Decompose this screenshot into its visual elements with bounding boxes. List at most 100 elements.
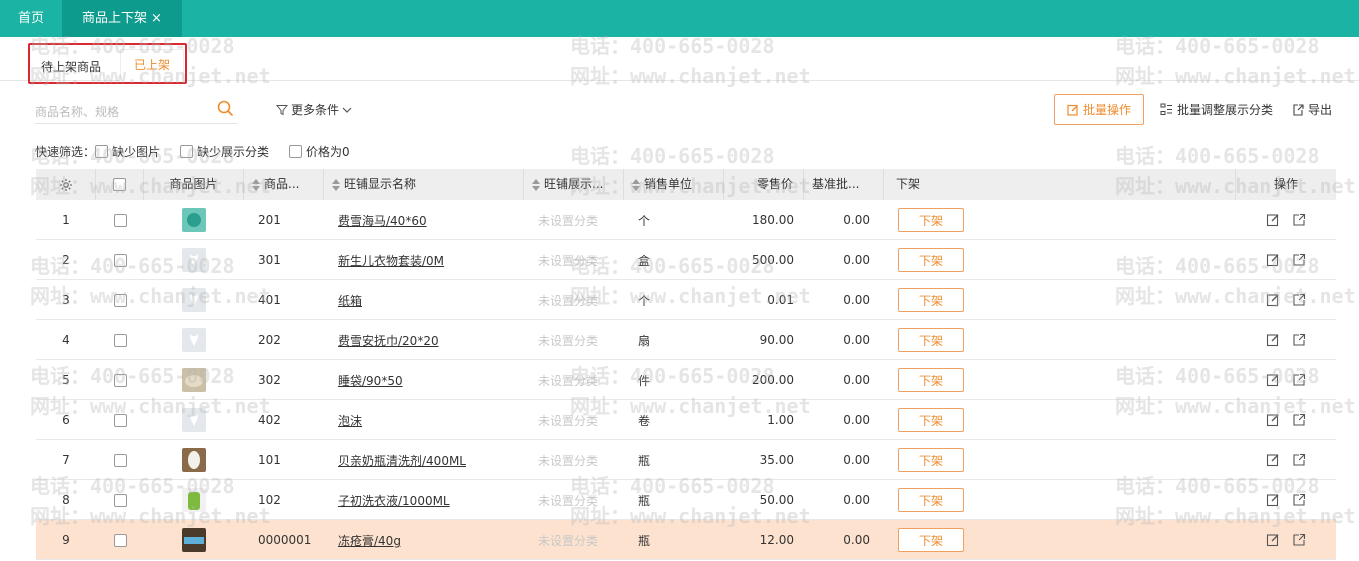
placeholder-logo-icon bbox=[190, 254, 198, 266]
header-category[interactable]: 旺铺展示... bbox=[524, 169, 624, 200]
product-name-link[interactable]: 费雪海马/40*60 bbox=[338, 212, 427, 229]
sort-icon[interactable] bbox=[252, 178, 260, 191]
sort-icon[interactable] bbox=[532, 178, 540, 191]
open-external-icon[interactable] bbox=[1292, 373, 1306, 387]
edit-icon[interactable] bbox=[1266, 493, 1280, 507]
edit-icon[interactable] bbox=[1266, 253, 1280, 267]
open-external-icon[interactable] bbox=[1292, 493, 1306, 507]
table-row[interactable]: 7 101 贝亲奶瓶清洗剂/400ML 未设置分类 瓶 35.00 0.00 下架 bbox=[36, 440, 1336, 480]
more-conditions-button[interactable]: 更多条件 bbox=[276, 101, 352, 118]
delist-button[interactable]: 下架 bbox=[898, 368, 964, 392]
row-checkbox[interactable] bbox=[113, 533, 127, 547]
product-name-link[interactable]: 睡袋/90*50 bbox=[338, 372, 403, 389]
edit-icon[interactable] bbox=[1266, 373, 1280, 387]
table-row[interactable]: 6 402 泡沫 未设置分类 卷 1.00 0.00 下架 bbox=[36, 400, 1336, 440]
product-code: 402 bbox=[258, 413, 281, 427]
open-external-icon[interactable] bbox=[1292, 453, 1306, 467]
row-checkbox-cell bbox=[96, 240, 144, 280]
sort-icon[interactable] bbox=[332, 178, 340, 191]
product-image-placeholder bbox=[182, 288, 206, 312]
table-row[interactable]: 4 202 费雪安抚巾/20*20 未设置分类 扇 90.00 0.00 下架 bbox=[36, 320, 1336, 360]
batch-ops-button[interactable]: 批量操作 bbox=[1054, 94, 1144, 125]
filter-missing-image[interactable]: 缺少图片 bbox=[95, 143, 160, 160]
product-name-link[interactable]: 泡沫 bbox=[338, 412, 362, 429]
export-button[interactable]: 导出 bbox=[1292, 101, 1332, 118]
open-external-icon[interactable] bbox=[1292, 253, 1306, 267]
ops-cell bbox=[1236, 240, 1336, 280]
row-index: 8 bbox=[62, 493, 70, 507]
open-external-icon[interactable] bbox=[1292, 533, 1306, 547]
open-external-icon[interactable] bbox=[1292, 413, 1306, 427]
product-name-link[interactable]: 贝亲奶瓶清洗剂/400ML bbox=[338, 452, 466, 469]
table-row[interactable]: 1 201 费雪海马/40*60 未设置分类 个 180.00 0.00 下架 bbox=[36, 200, 1336, 240]
edit-icon[interactable] bbox=[1266, 413, 1280, 427]
search-icon[interactable] bbox=[216, 99, 234, 117]
product-name-link[interactable]: 冻疮膏/40g bbox=[338, 532, 401, 549]
unit-cell: 件 bbox=[638, 373, 651, 388]
delist-button[interactable]: 下架 bbox=[898, 448, 964, 472]
table-row[interactable]: 5 302 睡袋/90*50 未设置分类 件 200.00 0.00 下架 bbox=[36, 360, 1336, 400]
table-row[interactable]: 3 401 纸箱 未设置分类 个 0.01 0.00 下架 bbox=[36, 280, 1336, 320]
edit-icon[interactable] bbox=[1266, 213, 1280, 227]
gear-icon[interactable] bbox=[59, 178, 73, 192]
tab-home[interactable]: 首页 bbox=[0, 0, 62, 37]
watermark-text: 网址：www.chanjet.net bbox=[1115, 64, 1356, 88]
row-checkbox[interactable] bbox=[113, 493, 127, 507]
retail-price: 50.00 bbox=[759, 493, 794, 507]
delist-button[interactable]: 下架 bbox=[898, 248, 964, 272]
column-settings[interactable] bbox=[36, 169, 96, 200]
row-checkbox[interactable] bbox=[113, 453, 127, 467]
name-cell: 泡沫 bbox=[324, 400, 524, 440]
sort-icon[interactable] bbox=[632, 178, 640, 191]
delist-button[interactable]: 下架 bbox=[898, 208, 964, 232]
select-all-checkbox[interactable] bbox=[113, 178, 126, 191]
row-checkbox[interactable] bbox=[113, 293, 127, 307]
product-name-link[interactable]: 费雪安抚巾/20*20 bbox=[338, 332, 439, 349]
filter-missing-category[interactable]: 缺少展示分类 bbox=[180, 143, 269, 160]
table-row[interactable]: 9 0000001 冻疮膏/40g 未设置分类 瓶 12.00 0.00 下架 bbox=[36, 520, 1336, 560]
row-checkbox-cell bbox=[96, 360, 144, 400]
row-checkbox[interactable] bbox=[113, 213, 127, 227]
search-input[interactable]: 商品名称、规格 bbox=[35, 96, 238, 124]
delist-button[interactable]: 下架 bbox=[898, 288, 964, 312]
edit-icon[interactable] bbox=[1266, 453, 1280, 467]
delist-button[interactable]: 下架 bbox=[898, 328, 964, 352]
header-name[interactable]: 旺铺显示名称 bbox=[324, 169, 524, 200]
table-row[interactable]: 2 301 新生儿衣物套装/0M 未设置分类 盒 500.00 0.00 下架 bbox=[36, 240, 1336, 280]
row-checkbox[interactable] bbox=[113, 413, 127, 427]
product-name-link[interactable]: 纸箱 bbox=[338, 292, 362, 309]
delist-button[interactable]: 下架 bbox=[898, 528, 964, 552]
table-row[interactable]: 8 102 子初洗衣液/1000ML 未设置分类 瓶 50.00 0.00 下架 bbox=[36, 480, 1336, 520]
header-unit[interactable]: 销售单位 bbox=[624, 169, 724, 200]
filter-price-zero[interactable]: 价格为0 bbox=[289, 143, 350, 160]
edit-icon[interactable] bbox=[1266, 333, 1280, 347]
checkbox[interactable] bbox=[95, 145, 109, 158]
product-name-link[interactable]: 子初洗衣液/1000ML bbox=[338, 492, 450, 509]
product-code: 102 bbox=[258, 493, 281, 507]
row-checkbox[interactable] bbox=[113, 253, 127, 267]
open-external-icon[interactable] bbox=[1292, 213, 1306, 227]
product-name-link[interactable]: 新生儿衣物套装/0M bbox=[338, 252, 444, 269]
edit-icon[interactable] bbox=[1266, 293, 1280, 307]
open-external-icon[interactable] bbox=[1292, 333, 1306, 347]
row-checkbox[interactable] bbox=[113, 333, 127, 347]
image-cell bbox=[144, 400, 244, 440]
header-code[interactable]: 商品... bbox=[244, 169, 324, 200]
header-delist: 下架 bbox=[884, 169, 1236, 200]
open-external-icon[interactable] bbox=[1292, 293, 1306, 307]
ops-cell bbox=[1236, 400, 1336, 440]
tab-product-listing[interactable]: 商品上下架 × bbox=[62, 0, 182, 37]
checkbox[interactable] bbox=[289, 145, 303, 158]
close-icon[interactable]: × bbox=[151, 11, 162, 26]
edit-icon[interactable] bbox=[1266, 533, 1280, 547]
checkbox[interactable] bbox=[180, 145, 194, 158]
delist-button[interactable]: 下架 bbox=[898, 488, 964, 512]
row-checkbox[interactable] bbox=[113, 373, 127, 387]
delist-cell: 下架 bbox=[884, 360, 1236, 400]
delist-button[interactable]: 下架 bbox=[898, 408, 964, 432]
batch-category-button[interactable]: 批量调整展示分类 bbox=[1160, 101, 1273, 118]
table-header: 商品图片 商品... 旺铺显示名称 旺铺展示... 销售单位 零售价 基准批..… bbox=[36, 169, 1336, 200]
category-value: 未设置分类 bbox=[538, 293, 599, 308]
image-cell bbox=[144, 320, 244, 360]
header-ops: 操作 bbox=[1273, 177, 1298, 191]
